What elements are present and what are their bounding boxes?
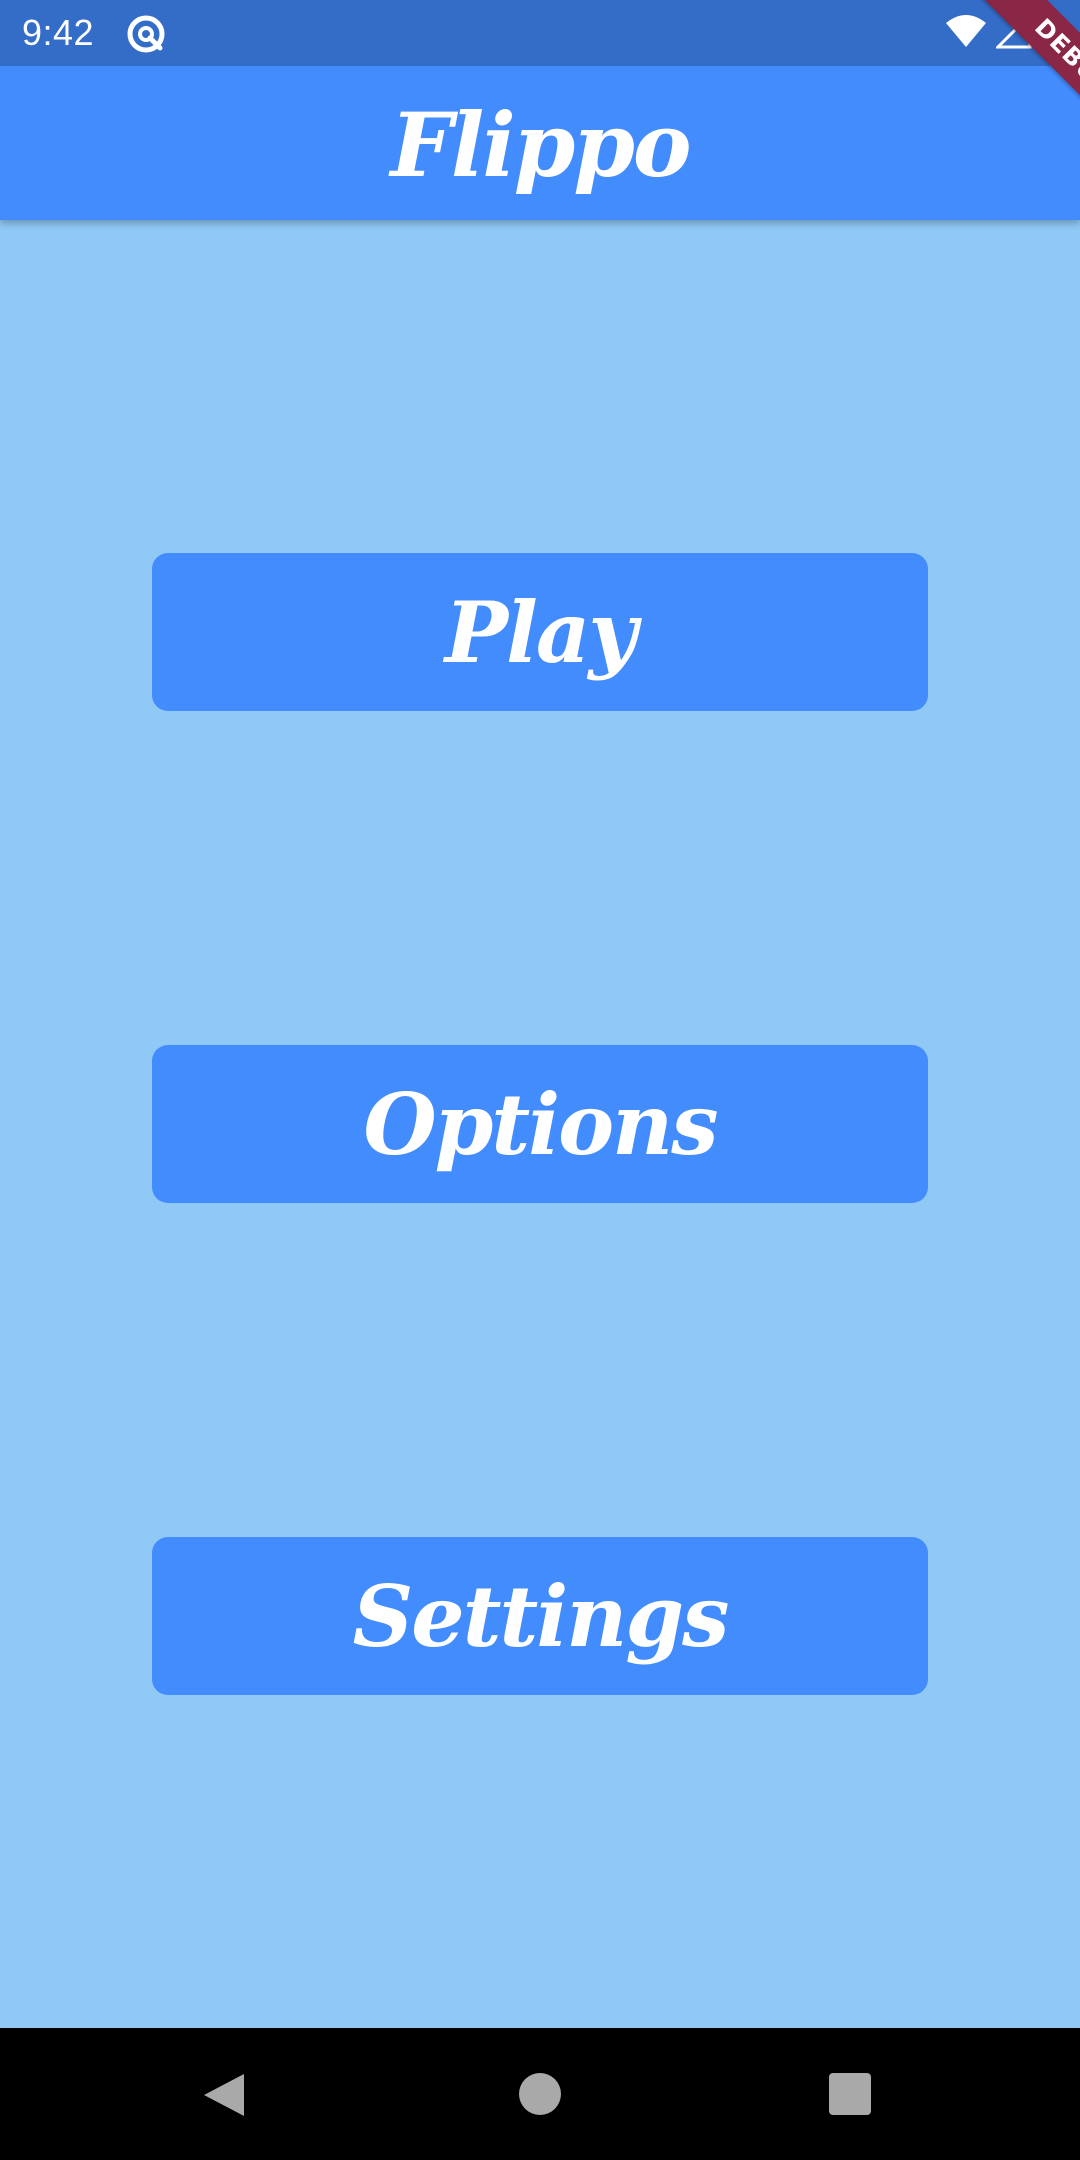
battery-icon bbox=[1040, 11, 1062, 55]
status-time: 9:42 bbox=[22, 12, 95, 53]
app-bar: Flippo bbox=[0, 66, 1080, 220]
settings-button[interactable]: Settings bbox=[152, 1537, 928, 1695]
options-button[interactable]: Options bbox=[152, 1045, 928, 1203]
recents-icon[interactable] bbox=[829, 2073, 871, 2115]
status-icons bbox=[944, 11, 1062, 55]
navigation-bar bbox=[0, 2028, 1080, 2160]
home-icon[interactable] bbox=[519, 2073, 561, 2115]
back-icon[interactable] bbox=[202, 2072, 246, 2118]
play-button[interactable]: Play bbox=[152, 553, 928, 711]
app-title: Flippo bbox=[390, 93, 691, 197]
app-notification-icon bbox=[126, 14, 166, 54]
cell-signal-icon bbox=[994, 11, 1032, 53]
wifi-icon bbox=[944, 13, 988, 53]
status-bar: 9:42 bbox=[0, 0, 1080, 66]
